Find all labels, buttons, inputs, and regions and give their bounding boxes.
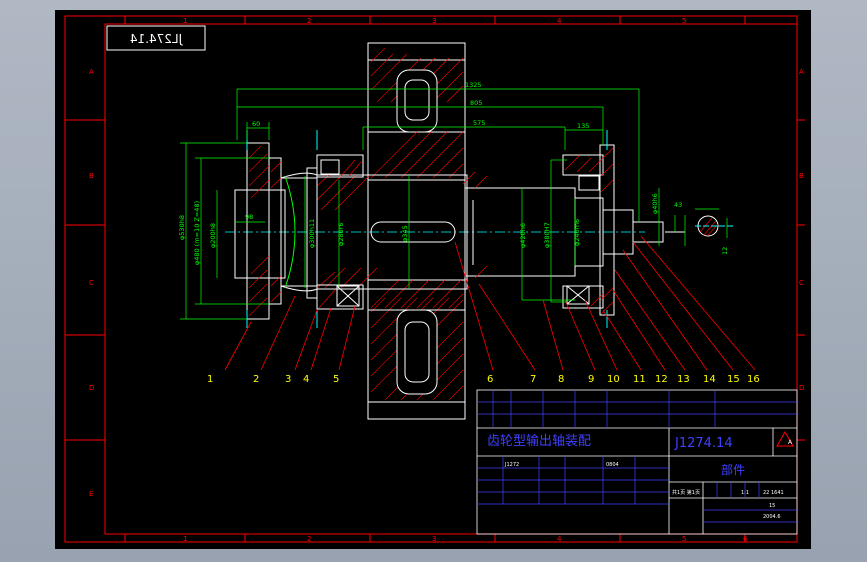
zone-left-a: A [89,68,94,76]
dim-1325: 1325 [465,81,482,89]
code-mirrored-text: JL274.14 [130,32,183,46]
part-label-11: 11 [633,374,646,385]
zone-left-c: C [89,279,94,287]
dim-phi530: φ530h8 [178,215,186,240]
dim-135: 135 [577,122,589,130]
part-label-4: 4 [303,374,309,385]
part-label-1: 1 [207,374,213,385]
dim-43: 43 [674,201,682,209]
tb-ratio: 1:1 [741,490,749,496]
part-label-9: 9 [588,374,594,385]
tb-field-2: 0804 [606,462,619,468]
part-label-2: 2 [253,374,259,385]
drawing-canvas[interactable]: 1 2 3 4 5 1 2 3 4 5 6 A B C D E A B C D … [55,10,811,549]
zone-left-d: D [89,384,94,392]
tb-scale: 共1页 第1页 [672,489,700,496]
zone-bottom-3: 3 [432,535,436,543]
part-label-8: 8 [558,374,564,385]
dim-phi480: φ480 (m=10 Z=48) [193,201,201,265]
zone-top-3: 3 [432,17,436,25]
zone-top-5: 5 [682,17,686,25]
zone-right-c: C [799,279,804,287]
zone-right-d: D [799,384,804,392]
zone-bottom-4: 4 [557,535,562,543]
dim-phi280: φ280r6 [337,222,345,246]
dim-phi345: φ345 [401,225,409,242]
dim-phi240: φ240m6 [573,219,581,246]
zone-left-b: B [89,172,94,180]
dim-575: 575 [473,119,485,127]
part-label-12: 12 [655,374,668,385]
zone-bottom-6: 6 [743,535,748,543]
part-label-10: 10 [607,374,620,385]
gear-output-shaft-assembly-drawing: 1 2 3 4 5 1 2 3 4 5 6 A B C D E A B C D … [64,15,805,543]
part-label-6: 6 [487,374,493,385]
dim-60: 60 [252,120,260,128]
drawing-title: 齿轮型输出轴装配 [487,433,591,449]
zone-bottom-5: 5 [682,535,686,543]
tb-field-1: J1272 [504,462,519,468]
part-label-13: 13 [677,374,690,385]
zone-top-1: 1 [183,17,187,25]
part-label-5: 5 [333,374,339,385]
drawing-number: J1274.14 [674,436,733,451]
tb-date: 2004.6 [763,514,781,520]
dim-phi42: φ420h6 [519,223,527,248]
part-number-labels: 1 2 3 4 5 6 7 8 9 10 11 12 13 14 15 16 [207,374,760,385]
dim-98: 98 [245,213,253,221]
zone-left-e: E [89,490,93,498]
drawing-subtitle: 部件 [721,462,745,477]
coupling-hatch [248,145,282,317]
part-label-3: 3 [285,374,291,385]
zone-bottom-2: 2 [307,535,311,543]
dim-phi300: φ300h11 [308,219,316,248]
dim-805: 805 [470,99,482,107]
zone-top-4: 4 [557,17,562,25]
zone-bottom-1: 1 [183,535,187,543]
leader-lines [224,235,756,371]
zone-right-a: A [799,68,804,76]
dim-phi200: φ200h8 [209,223,217,248]
zone-top-2: 2 [307,17,311,25]
part-label-7: 7 [530,374,536,385]
part-label-15: 15 [727,374,740,385]
dim-phi40: φ40h6 [651,193,659,214]
dim-12: 12 [721,247,729,255]
sheet-inner-frame [104,23,798,535]
gear-wheel [367,42,466,420]
tb-weight: 22 1641 [763,490,784,496]
cad-viewport[interactable]: 1 2 3 4 5 1 2 3 4 5 6 A B C D E A B C D … [0,0,867,562]
dim-phi380: φ380H7 [543,222,551,248]
part-label-14: 14 [703,374,716,385]
dimension-lines [180,88,728,320]
zone-right-b: B [799,172,804,180]
part-label-16: 16 [747,374,760,385]
title-block [476,389,798,535]
tb-sheet: 15 [769,503,775,509]
